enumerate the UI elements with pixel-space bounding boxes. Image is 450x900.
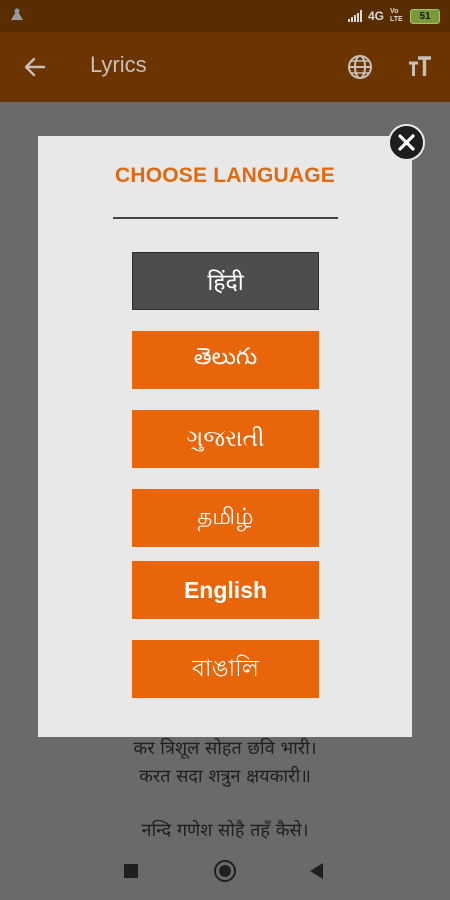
notification-icon [11, 8, 23, 20]
language-button-telugu[interactable]: తెలుగు [132, 331, 319, 389]
language-button-hindi[interactable]: हिंदी [132, 252, 319, 310]
language-button-english[interactable]: English [132, 561, 319, 619]
lyric-line: करत सदा शत्रुन क्षयकारी॥ [139, 766, 311, 787]
close-button[interactable] [388, 124, 425, 161]
signal-icon [347, 10, 362, 22]
arrow-left-icon[interactable] [22, 54, 48, 80]
language-button-tamil[interactable]: தமிழ் [132, 489, 319, 547]
language-button-gujarati[interactable]: ગુજરાતી [132, 410, 319, 468]
dialog-title: CHOOSE LANGUAGE [114, 164, 335, 187]
globe-icon[interactable] [346, 53, 374, 81]
language-button-bengali[interactable]: বাঙালি [132, 640, 319, 698]
app-bar: Lyrics [0, 32, 450, 102]
page-title: Lyrics [90, 52, 147, 77]
lyric-line: नन्दि गणेश सोहै तहँ कैसे। [141, 820, 309, 841]
network-type: 4G [367, 9, 384, 23]
text-size-icon[interactable] [407, 54, 433, 80]
home-icon[interactable] [214, 860, 236, 882]
battery-icon: 51 [410, 8, 440, 24]
language-dialog: CHOOSE LANGUAGE हिंदी తెలుగు ગુજરાતી தமி… [38, 136, 412, 737]
lte-indicator: Vo LTE [390, 8, 403, 23]
status-bar: 4G Vo LTE 51 [0, 0, 450, 32]
recents-icon[interactable] [124, 864, 138, 878]
close-icon [398, 134, 415, 151]
system-nav-bar [0, 842, 450, 900]
lyric-line: कर त्रिशूल सोहत छवि भारी। [133, 738, 317, 759]
status-indicators: 4G Vo LTE 51 [347, 6, 440, 26]
divider [113, 217, 338, 219]
battery-level: 51 [419, 10, 431, 22]
back-triangle-icon[interactable] [308, 862, 324, 880]
